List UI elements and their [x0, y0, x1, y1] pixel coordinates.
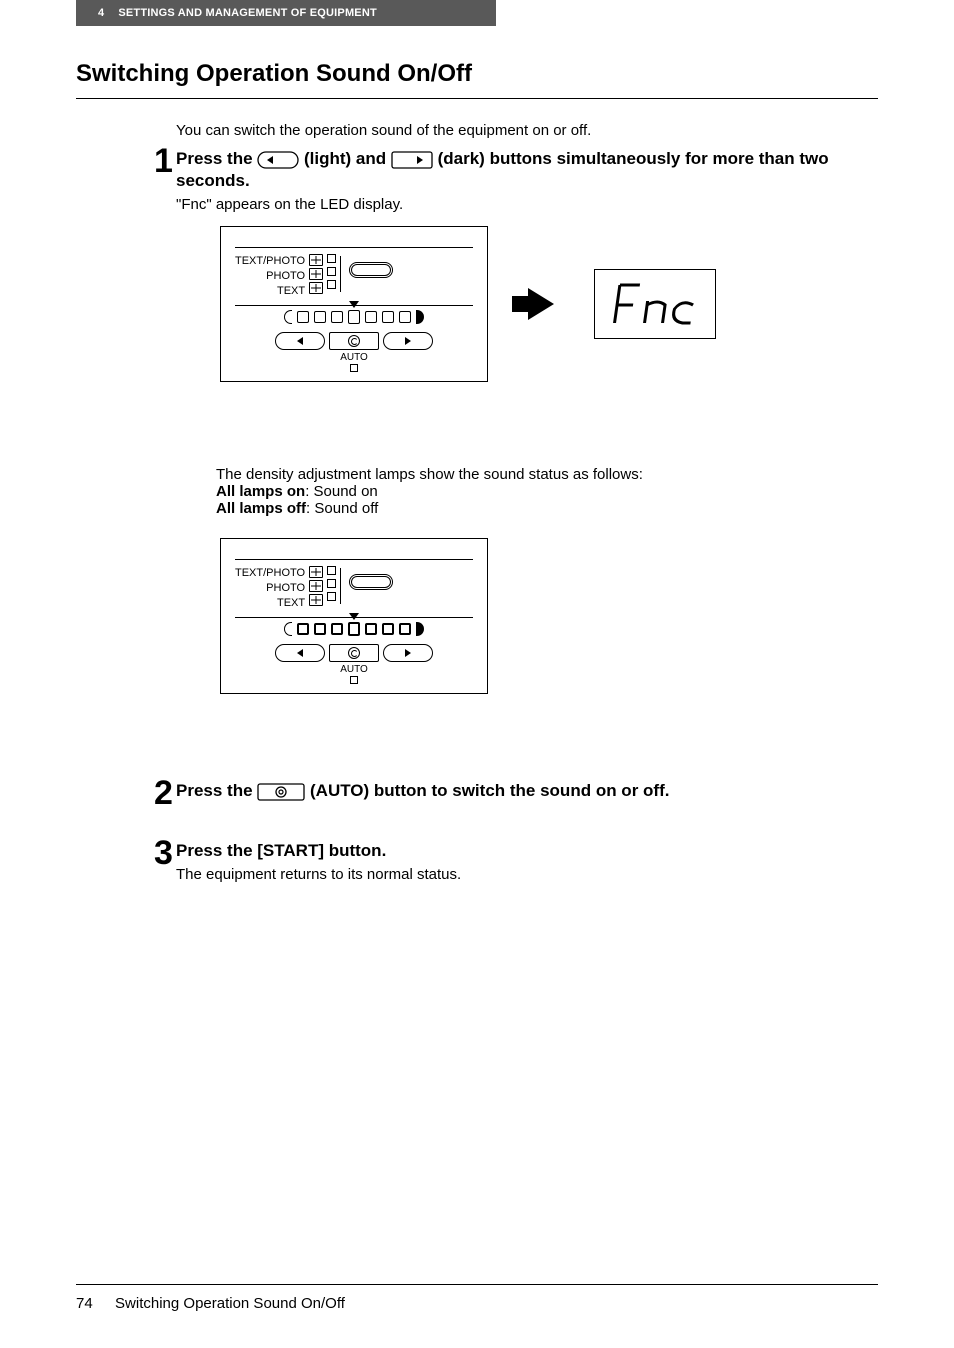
- light-button-icon: [257, 151, 299, 169]
- text-icon: [309, 282, 323, 294]
- mode-indicator: [327, 566, 336, 575]
- auto-indicator: [350, 676, 358, 684]
- step-1-text: Press the (light) and (dark) buttons sim…: [176, 148, 878, 192]
- dark-button-panel-icon: [383, 644, 433, 662]
- mode-select-button-icon: [349, 262, 393, 278]
- chapter-number: 4: [98, 7, 104, 19]
- all-lamps-off-label: All lamps off: [216, 500, 306, 517]
- density-lamp-row-on: [235, 622, 473, 636]
- step-2-text-b: (AUTO) button to switch the sound on or …: [310, 781, 669, 800]
- light-button-panel-icon: [275, 644, 325, 662]
- step-3-number: 3: [154, 834, 173, 873]
- density-scale-left-icon: [284, 310, 292, 324]
- connector-line: [340, 568, 341, 604]
- photo-icon: [309, 580, 323, 592]
- status-intro: The density adjustment lamps show the so…: [216, 466, 643, 483]
- mode-select-button-icon: [349, 574, 393, 590]
- density-lamp: [297, 311, 309, 323]
- density-lamp: [365, 311, 377, 323]
- footer-title: Switching Operation Sound On/Off: [115, 1295, 345, 1312]
- step-2-text: Press the (AUTO) button to switch the so…: [176, 780, 878, 802]
- panel-auto-label: AUTO: [235, 664, 473, 675]
- chapter-header: 4 SETTINGS AND MANAGEMENT OF EQUIPMENT: [76, 0, 496, 26]
- step-3-title: Press the [START] button.: [176, 840, 878, 862]
- control-panel-illustration-2: TEXT/PHOTO PHOTO TEXT: [220, 538, 488, 694]
- all-lamps-on-label: All lamps on: [216, 483, 305, 500]
- dark-button-panel-icon: [383, 332, 433, 350]
- density-lamp-on: [365, 623, 377, 635]
- density-lamp-on: [331, 623, 343, 635]
- chapter-title: SETTINGS AND MANAGEMENT OF EQUIPMENT: [118, 7, 377, 19]
- panel-auto-label: AUTO: [235, 352, 473, 363]
- density-lamp: [314, 311, 326, 323]
- density-lamp: [331, 311, 343, 323]
- density-lamp: [399, 311, 411, 323]
- density-marker-icon: [349, 301, 359, 308]
- auto-button-icon: [257, 783, 305, 801]
- panel-mode-photo: PHOTO: [235, 269, 305, 284]
- density-lamp-on: [297, 623, 309, 635]
- textphoto-icon: [309, 566, 323, 578]
- fnc-led-icon: [605, 277, 705, 331]
- status-explanation: The density adjustment lamps show the so…: [216, 466, 643, 517]
- density-scale-left-icon: [284, 622, 292, 636]
- density-lamp-on: [314, 623, 326, 635]
- panel-mode-textphoto: TEXT/PHOTO: [235, 254, 305, 269]
- step-1-text-a: Press the: [176, 149, 257, 168]
- page-footer: 74 Switching Operation Sound On/Off: [76, 1284, 878, 1312]
- step-3-subtext: The equipment returns to its normal stat…: [176, 866, 878, 883]
- step-2-text-a: Press the: [176, 781, 257, 800]
- panel-mode-text: TEXT: [235, 596, 305, 611]
- mode-indicator: [327, 267, 336, 276]
- density-marker-icon: [349, 613, 359, 620]
- light-button-panel-icon: [275, 332, 325, 350]
- text-icon: [309, 594, 323, 606]
- page-title: Switching Operation Sound On/Off: [76, 60, 878, 99]
- density-lamp-on: [399, 623, 411, 635]
- led-display: [594, 269, 716, 339]
- density-scale-right-icon: [416, 622, 424, 636]
- panel-mode-photo: PHOTO: [235, 581, 305, 596]
- auto-button-panel-icon: [329, 332, 379, 350]
- density-lamp-center: [348, 310, 360, 324]
- panel-mode-textphoto: TEXT/PHOTO: [235, 566, 305, 581]
- density-lamp-row: [235, 310, 473, 324]
- density-lamp: [382, 311, 394, 323]
- intro-text: You can switch the operation sound of th…: [176, 122, 591, 139]
- step-2-number: 2: [154, 774, 173, 813]
- dark-button-icon: [391, 151, 433, 169]
- density-lamp-on: [382, 623, 394, 635]
- step-1-subtext: "Fnc" appears on the LED display.: [176, 196, 878, 213]
- step-1-number: 1: [154, 142, 173, 181]
- auto-indicator: [350, 364, 358, 372]
- all-lamps-on-text: : Sound on: [305, 483, 378, 500]
- mode-indicator: [327, 280, 336, 289]
- mode-indicator: [327, 254, 336, 263]
- page-number: 74: [76, 1295, 93, 1312]
- connector-line: [340, 256, 341, 292]
- photo-icon: [309, 268, 323, 280]
- arrow-right-icon: [528, 288, 554, 320]
- panel-mode-text: TEXT: [235, 284, 305, 299]
- mode-indicator: [327, 579, 336, 588]
- all-lamps-off-text: : Sound off: [306, 500, 378, 517]
- control-panel-illustration-1: TEXT/PHOTO PHOTO TEXT: [220, 226, 488, 382]
- textphoto-icon: [309, 254, 323, 266]
- density-scale-right-icon: [416, 310, 424, 324]
- auto-button-panel-icon: [329, 644, 379, 662]
- step-1-light-label: (light) and: [304, 149, 391, 168]
- density-lamp-center-on: [348, 622, 360, 636]
- mode-indicator: [327, 592, 336, 601]
